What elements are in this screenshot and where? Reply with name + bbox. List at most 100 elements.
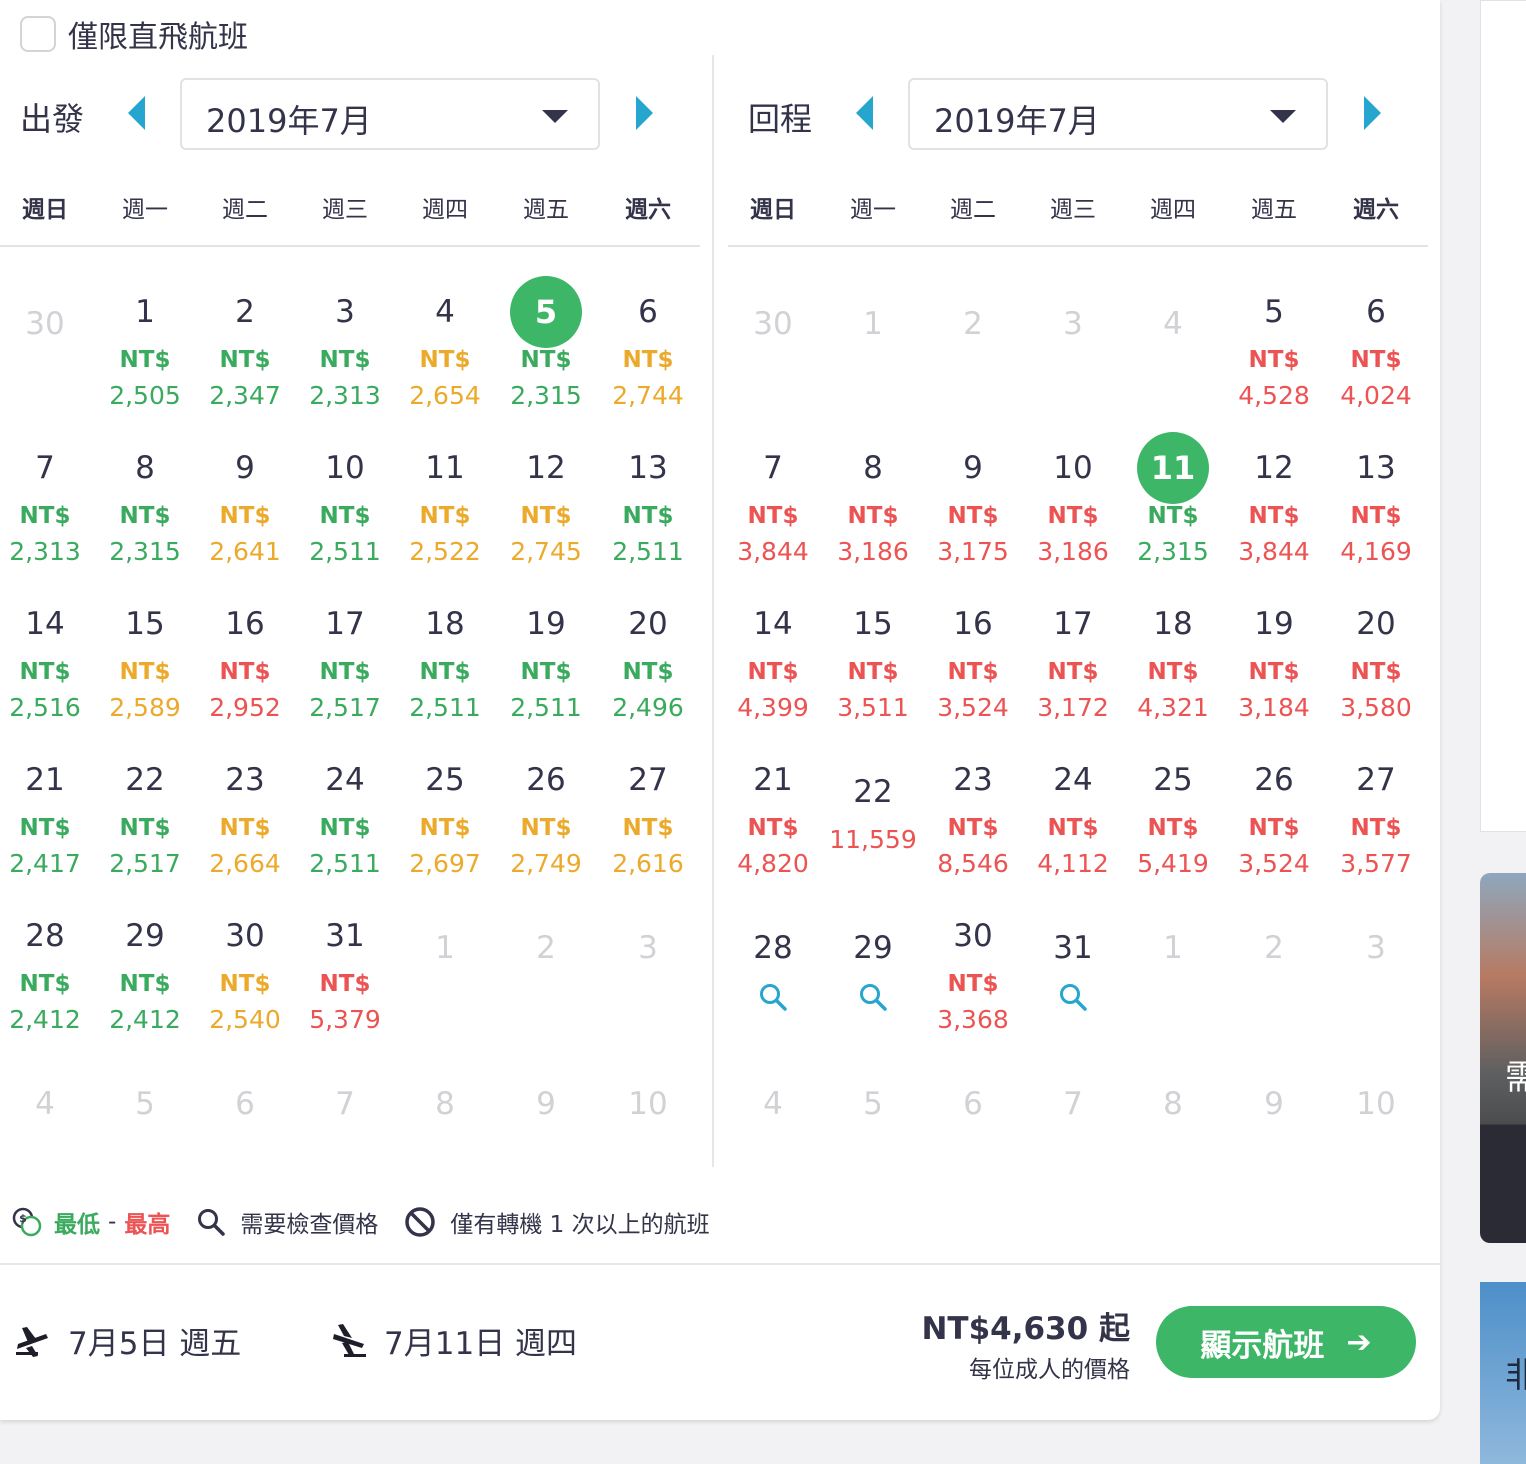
day-cell[interactable]: 20 NT$ 3,580 (1326, 602, 1426, 726)
day-cell[interactable]: 20 NT$ 2,496 (598, 602, 698, 726)
day-cell[interactable]: 12 NT$ 3,844 (1224, 446, 1324, 570)
return-calendar: 回程 2019年7月 週日 週一 週二 週三 週四 週五 週六 30 1 2 3 4 5 NT$ 4,52… (728, 0, 1428, 1160)
arrow-right-icon: ➔ (1346, 1324, 1372, 1360)
day-cell[interactable]: 31 (1023, 926, 1123, 1016)
day-cell[interactable]: 2 NT$ 2,347 (195, 290, 295, 414)
day-number: 9 (235, 450, 255, 486)
return-prev-month-icon[interactable] (856, 96, 873, 130)
day-cell[interactable]: 17 NT$ 2,517 (295, 602, 395, 726)
day-cell[interactable]: 18 NT$ 2,511 (395, 602, 495, 726)
day-cell[interactable]: 16 NT$ 2,952 (195, 602, 295, 726)
day-number: 20 (628, 606, 668, 642)
day-number: 21 (25, 762, 65, 798)
side-card[interactable] (1480, 0, 1526, 832)
day-cell[interactable]: 10 NT$ 3,186 (1023, 446, 1123, 570)
day-cell[interactable]: 14 NT$ 2,516 (0, 602, 95, 726)
day-number: 11 (425, 450, 465, 486)
day-cell[interactable]: 11 NT$ 2,522 (395, 446, 495, 570)
legend-lowest: 最低 (54, 1212, 100, 1238)
day-cell[interactable]: 28 NT$ 2,412 (0, 914, 95, 1038)
price-from: NT$4,630 起 (921, 1311, 1130, 1347)
depart-prev-month-icon[interactable] (128, 96, 145, 130)
day-cell[interactable]: 15 NT$ 3,511 (823, 602, 923, 726)
check-price-search-icon[interactable] (823, 982, 923, 1016)
check-price-search-icon[interactable] (1023, 982, 1123, 1016)
price-amount: 2,412 (9, 1005, 81, 1034)
day-cell[interactable]: 29 (823, 926, 923, 1016)
day-cell[interactable]: 24 NT$ 4,112 (1023, 758, 1123, 882)
day-cell[interactable]: 19 NT$ 2,511 (496, 602, 596, 726)
return-month-select[interactable]: 2019年7月 (908, 78, 1328, 150)
day-cell[interactable]: 5 NT$ 2,315 (496, 276, 596, 414)
day-cell[interactable]: 30 NT$ 2,540 (195, 914, 295, 1038)
day-cell[interactable]: 25 NT$ 2,697 (395, 758, 495, 882)
day-number: 22 (125, 762, 165, 798)
day-cell[interactable]: 25 NT$ 5,419 (1123, 758, 1223, 882)
price-currency: NT$ (319, 659, 371, 685)
day-cell[interactable]: 15 NT$ 2,589 (95, 602, 195, 726)
day-cell[interactable]: 28 (723, 926, 823, 1016)
day-cell[interactable]: 24 NT$ 2,511 (295, 758, 395, 882)
depart-month-select[interactable]: 2019年7月 (180, 78, 600, 150)
check-price-search-icon[interactable] (723, 982, 823, 1016)
day-number: 9 (963, 450, 983, 486)
day-cell[interactable]: 8 NT$ 2,315 (95, 446, 195, 570)
legend-highest: 最高 (124, 1212, 171, 1238)
day-cell[interactable]: 21 NT$ 2,417 (0, 758, 95, 882)
weekday-label: 週四 (422, 197, 468, 223)
day-cell[interactable]: 30 NT$ 3,368 (923, 914, 1023, 1038)
day-cell[interactable]: 8 NT$ 3,186 (823, 446, 923, 570)
return-next-month-icon[interactable] (1364, 96, 1381, 130)
depart-calendar: 出發 2019年7月 週日 週一 週二 週三 週四 週五 週六 30 1 NT$ 2,505 2 NT… (0, 0, 700, 1160)
price-amount: 3,844 (737, 537, 809, 566)
day-cell[interactable]: 29 NT$ 2,412 (95, 914, 195, 1038)
day-number: 26 (526, 762, 566, 798)
day-cell[interactable]: 17 NT$ 3,172 (1023, 602, 1123, 726)
day-cell[interactable]: 26 NT$ 2,749 (496, 758, 596, 882)
day-cell[interactable]: 22 11,559 (823, 770, 923, 858)
day-cell[interactable]: 27 NT$ 2,616 (598, 758, 698, 882)
day-cell[interactable]: 19 NT$ 3,184 (1224, 602, 1324, 726)
day-cell[interactable]: 16 NT$ 3,524 (923, 602, 1023, 726)
day-cell[interactable]: 31 NT$ 5,379 (295, 914, 395, 1038)
price-amount: 2,952 (209, 693, 281, 722)
day-cell[interactable]: 14 NT$ 4,399 (723, 602, 823, 726)
day-cell[interactable]: 7 NT$ 2,313 (0, 446, 95, 570)
day-cell[interactable]: 5 NT$ 4,528 (1224, 290, 1324, 414)
day-cell-other-month: 7 (1023, 1082, 1123, 1126)
price-amount: 2,347 (209, 381, 281, 410)
day-cell[interactable]: 13 NT$ 2,511 (598, 446, 698, 570)
price-legend: $ 最低 - 最高 需要檢查價格 僅有轉機 1 次以上的航班 (12, 1205, 710, 1239)
day-cell[interactable]: 9 NT$ 3,175 (923, 446, 1023, 570)
day-number: 2 (536, 930, 556, 966)
day-cell[interactable]: 23 NT$ 8,546 (923, 758, 1023, 882)
day-cell[interactable]: 4 NT$ 2,654 (395, 290, 495, 414)
day-cell[interactable]: 26 NT$ 3,524 (1224, 758, 1324, 882)
day-cell[interactable]: 13 NT$ 4,169 (1326, 446, 1426, 570)
price-currency: NT$ (119, 347, 171, 373)
day-cell[interactable]: 27 NT$ 3,577 (1326, 758, 1426, 882)
day-cell[interactable]: 9 NT$ 2,641 (195, 446, 295, 570)
day-cell[interactable]: 6 NT$ 2,744 (598, 290, 698, 414)
show-flights-button[interactable]: 顯示航班 ➔ (1156, 1306, 1416, 1378)
price-currency: NT$ (1147, 815, 1199, 841)
day-number: 10 (1356, 1086, 1396, 1122)
day-cell[interactable]: 1 NT$ 2,505 (95, 290, 195, 414)
day-cell[interactable]: 7 NT$ 3,844 (723, 446, 823, 570)
price-currency: NT$ (419, 815, 471, 841)
day-cell[interactable]: 6 NT$ 4,024 (1326, 290, 1426, 414)
depart-date-text: 7月5日 週五 (68, 1326, 242, 1362)
day-number: 12 (526, 450, 566, 486)
day-cell[interactable]: 12 NT$ 2,745 (496, 446, 596, 570)
price-currency: NT$ (947, 815, 999, 841)
day-cell[interactable]: 18 NT$ 4,321 (1123, 602, 1223, 726)
depart-next-month-icon[interactable] (636, 96, 653, 130)
price-amount: 2,641 (209, 537, 281, 566)
day-cell[interactable]: 22 NT$ 2,517 (95, 758, 195, 882)
price-currency: NT$ (219, 503, 271, 529)
day-cell[interactable]: 10 NT$ 2,511 (295, 446, 395, 570)
day-cell[interactable]: 11 NT$ 2,315 (1123, 432, 1223, 570)
day-cell[interactable]: 3 NT$ 2,313 (295, 290, 395, 414)
day-cell[interactable]: 23 NT$ 2,664 (195, 758, 295, 882)
day-cell[interactable]: 21 NT$ 4,820 (723, 758, 823, 882)
